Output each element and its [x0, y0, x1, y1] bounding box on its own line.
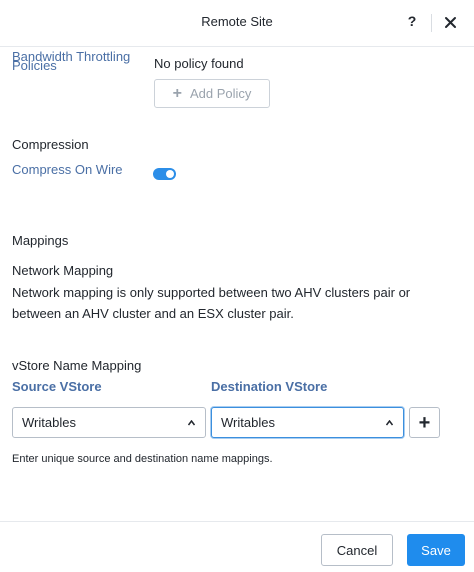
plus-icon: +: [418, 411, 431, 434]
add-mapping-button[interactable]: +: [409, 407, 440, 438]
toggle-knob: [166, 170, 174, 178]
plus-icon: +: [172, 84, 182, 102]
bandwidth-throttling-label: Bandwidth Throttling Policies: [12, 50, 152, 72]
header-divider: [431, 14, 432, 32]
cancel-button[interactable]: Cancel: [321, 534, 393, 566]
add-policy-label: Add Policy: [189, 86, 252, 101]
network-mapping-heading: Network Mapping: [12, 263, 114, 278]
mapping-hint-text: Enter unique source and destination name…: [12, 453, 273, 465]
compress-on-wire-label: Compress On Wire: [12, 162, 123, 177]
add-policy-button[interactable]: + Add Policy: [154, 79, 270, 108]
compression-heading: Compression: [12, 137, 89, 152]
source-vstore-header: Source VStore: [12, 379, 102, 394]
save-button[interactable]: Save: [407, 534, 465, 566]
destination-vstore-select[interactable]: Writables: [211, 407, 404, 438]
compress-on-wire-toggle[interactable]: [153, 168, 176, 180]
source-vstore-select[interactable]: Writables: [12, 407, 206, 438]
network-mapping-note-line2: between an AHV cluster and an ESX cluste…: [12, 306, 294, 321]
question-mark-icon[interactable]: ?: [404, 13, 420, 31]
close-icon[interactable]: [443, 14, 459, 32]
caret-up-icon: [188, 420, 195, 426]
caret-up-icon: [386, 420, 393, 426]
source-vstore-value: Writables: [22, 415, 76, 430]
dialog-footer: [0, 521, 474, 572]
no-policy-text: No policy found: [154, 56, 244, 71]
network-mapping-note-line1: Network mapping is only supported betwee…: [12, 285, 411, 300]
destination-vstore-value: Writables: [221, 415, 275, 430]
mappings-heading: Mappings: [12, 233, 69, 248]
dialog-title: Remote Site: [201, 14, 273, 29]
vstore-mapping-heading: vStore Name Mapping: [12, 358, 142, 373]
destination-vstore-header: Destination VStore: [211, 379, 328, 394]
dialog-header: Remote Site ?: [0, 0, 474, 47]
